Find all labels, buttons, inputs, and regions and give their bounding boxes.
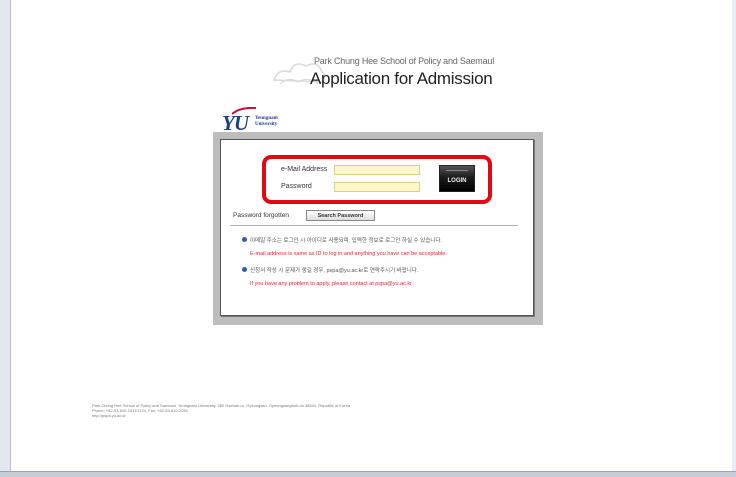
note-english-1: E-mail address is same as ID to log in a… <box>250 251 447 257</box>
info-bullet-icon <box>242 237 247 242</box>
info-bullet-icon <box>242 267 247 272</box>
login-highlight-annotation <box>262 155 492 204</box>
window-right-border <box>732 0 736 477</box>
logo-university-name: Yeungnam University <box>255 116 278 128</box>
page-footer: Park Chung Hee School of Policy and Saem… <box>92 403 472 418</box>
window-left-border <box>0 0 11 477</box>
school-name: Park Chung Hee School of Policy and Saem… <box>314 56 495 66</box>
note-english-2: If you have any problem to apply, please… <box>250 281 413 287</box>
password-forgotten-label: Password forgotten <box>233 212 290 219</box>
footer-url: http://pspa.yu.ac.kr <box>92 413 126 418</box>
note-korean-1: 이메일 주소는 로그인 시 아이디로 사용되며, 입력한 정보로 로그인 하실 … <box>250 238 442 244</box>
university-logo: YU Yeungnam University <box>218 107 298 135</box>
logo-name-line2: University <box>255 122 278 127</box>
page-title: Application for Admission <box>310 69 493 88</box>
note-korean-2: 신청서 작성 시 문제가 생길 경우, pspa@yu.ac.kr로 연락주시기… <box>250 268 419 274</box>
page-header: Park Chung Hee School of Policy and Saem… <box>270 52 510 100</box>
search-password-button[interactable]: Search Password <box>306 210 375 221</box>
divider <box>230 225 518 226</box>
window-bottom-border <box>0 471 736 477</box>
